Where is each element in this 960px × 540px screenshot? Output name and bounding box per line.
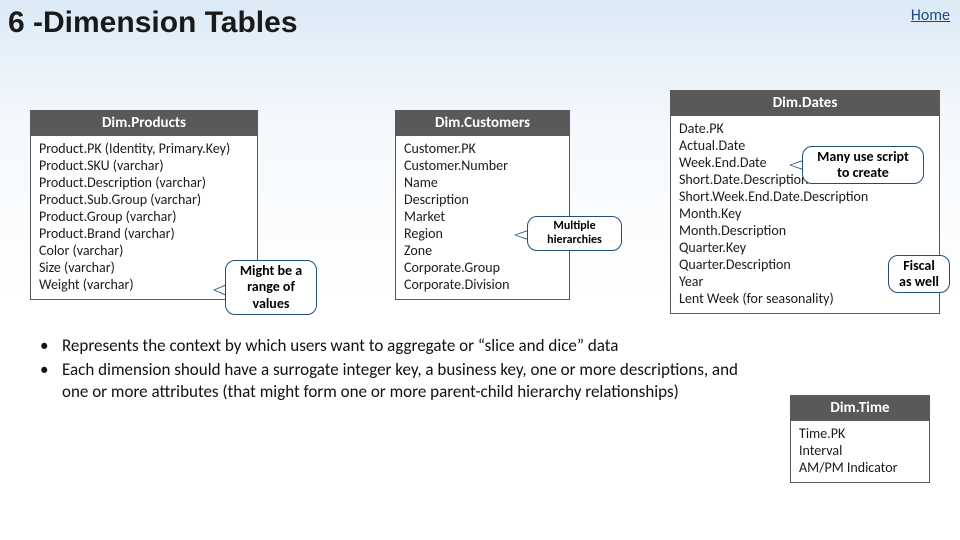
table-body: Time.PK Interval AM/PM Indicator (791, 421, 929, 482)
table-row: Corporate.Group (404, 259, 561, 276)
table-row: Product.Brand (varchar) (39, 225, 249, 242)
table-row: Product.Description (varchar) (39, 174, 249, 191)
table-row: Corporate.Division (404, 276, 561, 293)
table-row: Customer.Number (404, 157, 561, 174)
table-row: Color (varchar) (39, 242, 249, 259)
table-row: AM/PM Indicator (799, 459, 921, 476)
table-body: Product.PK (Identity, Primary.Key) Produ… (31, 136, 257, 299)
table-row: Product.Sub.Group (varchar) (39, 191, 249, 208)
table-row: Size (varchar) (39, 259, 249, 276)
table-header: Dim.Dates (671, 91, 939, 116)
bullet-list: • Represents the context by which users … (40, 335, 740, 404)
bullet-text: Represents the context by which users wa… (62, 335, 740, 357)
table-dim-time: Dim.Time Time.PK Interval AM/PM Indicato… (790, 395, 930, 483)
table-row: Product.PK (Identity, Primary.Key) (39, 140, 249, 157)
table-row: Date.PK (679, 120, 931, 137)
list-item: • Represents the context by which users … (40, 335, 740, 357)
home-link[interactable]: Home (911, 6, 950, 25)
table-row: Product.SKU (varchar) (39, 157, 249, 174)
callout-script-to-create: Many use script to create (802, 146, 924, 184)
table-row: Quarter.Key (679, 239, 931, 256)
bullet-icon: • (40, 335, 62, 357)
table-row: Name (404, 174, 561, 191)
table-dim-customers: Dim.Customers Customer.PK Customer.Numbe… (395, 110, 570, 300)
table-row: Description (404, 191, 561, 208)
callout-fiscal-as-well: Fiscal as well (888, 255, 950, 293)
table-row: Product.Group (varchar) (39, 208, 249, 225)
table-dim-products: Dim.Products Product.PK (Identity, Prima… (30, 110, 258, 300)
callout-range-of-values: Might be a range of values (225, 260, 317, 315)
table-header: Dim.Time (791, 396, 929, 421)
table-row: Time.PK (799, 425, 921, 442)
table-header: Dim.Products (31, 111, 257, 136)
table-row: Lent Week (for seasonality) (679, 290, 931, 307)
callout-multiple-hierarchies: Multiple hierarchies (527, 216, 622, 251)
table-row: Month.Key (679, 205, 931, 222)
bullet-icon: • (40, 359, 62, 403)
list-item: • Each dimension should have a surrogate… (40, 359, 740, 403)
table-row: Month.Description (679, 222, 931, 239)
table-row: Customer.PK (404, 140, 561, 157)
page-title: 6 -Dimension Tables (8, 6, 298, 40)
table-header: Dim.Customers (396, 111, 569, 136)
table-row: Interval (799, 442, 921, 459)
table-row: Short.Week.End.Date.Description (679, 188, 931, 205)
bullet-text: Each dimension should have a surrogate i… (62, 359, 740, 403)
